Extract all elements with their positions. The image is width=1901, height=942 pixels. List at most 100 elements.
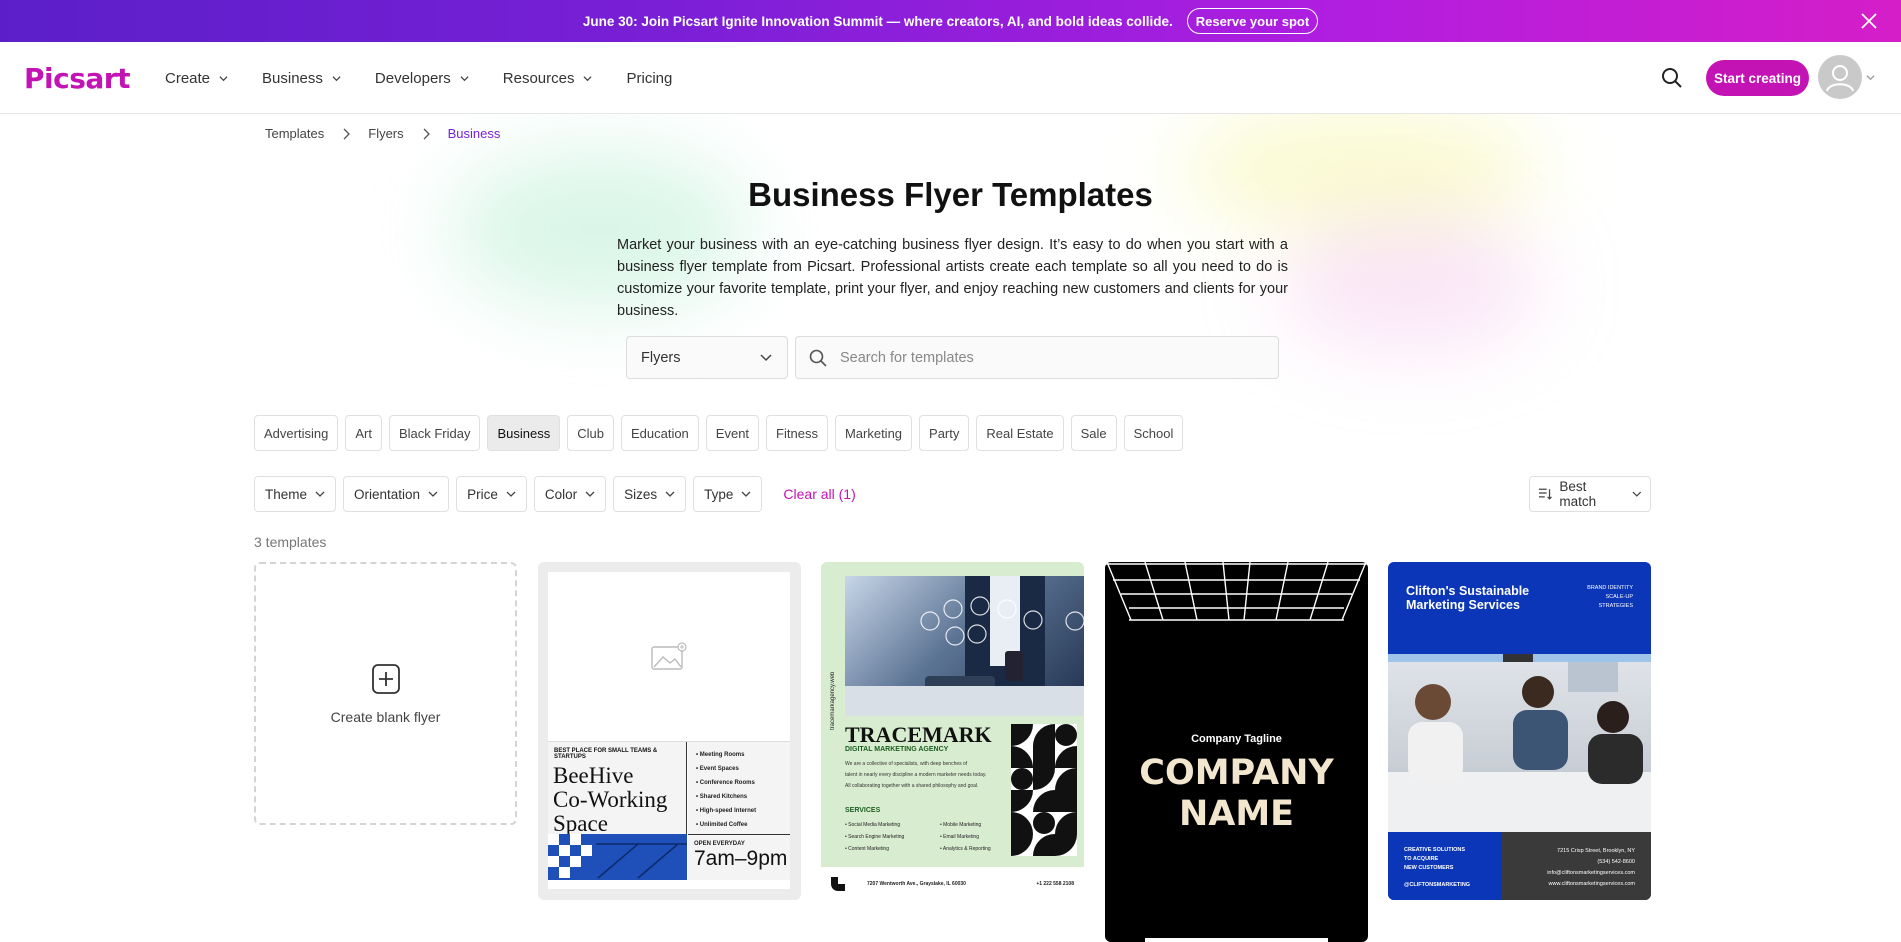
filter-label: Price bbox=[467, 486, 498, 502]
filter-color[interactable]: Color bbox=[533, 476, 607, 512]
clifton-title-line: Marketing Services bbox=[1406, 598, 1520, 612]
breadcrumb: Templates Flyers Business bbox=[265, 126, 500, 141]
template-card-clifton[interactable]: Clifton's Sustainable Marketing Services… bbox=[1388, 562, 1651, 900]
tracemark-services: • Social Media Marketing • Mobile Market… bbox=[845, 819, 1035, 855]
chip-fitness[interactable]: Fitness bbox=[766, 415, 828, 451]
template-card-company-name[interactable]: Company Tagline COMPANY NAME bbox=[1105, 562, 1368, 942]
filter-orientation[interactable]: Orientation bbox=[343, 476, 450, 512]
breadcrumb-templates[interactable]: Templates bbox=[265, 126, 324, 141]
template-card-beehive[interactable]: BEST PLACE FOR SMALL TEAMS & STARTUPS Be… bbox=[538, 562, 801, 900]
clifton-left-line: TO ACQUIRE bbox=[1404, 856, 1439, 862]
chip-marketing[interactable]: Marketing bbox=[834, 415, 913, 451]
beehive-title-line: Space bbox=[553, 811, 608, 836]
chip-sale[interactable]: Sale bbox=[1070, 415, 1117, 451]
filter-sizes[interactable]: Sizes bbox=[613, 476, 687, 512]
create-blank-flyer-card[interactable]: Create blank flyer bbox=[254, 562, 517, 825]
page-title: Business Flyer Templates bbox=[748, 176, 1153, 213]
beehive-feature: • Event Spaces bbox=[696, 766, 739, 772]
chip-party[interactable]: Party bbox=[919, 415, 970, 451]
tracemark-about-line: We are a collective of specialists, with… bbox=[845, 761, 968, 767]
chip-black-friday[interactable]: Black Friday bbox=[388, 415, 481, 451]
template-card-tracemark[interactable]: tracemarkagency.web TRACEMARK DIGITAL MA… bbox=[821, 562, 1084, 900]
nav-developers[interactable]: Developers bbox=[375, 70, 469, 87]
tracemark-services-label: SERVICES bbox=[845, 807, 881, 814]
chip-club[interactable]: Club bbox=[567, 415, 614, 451]
banner-text: June 30: Join Picsart Ignite Innovation … bbox=[582, 13, 1173, 29]
main-nav: Create Business Developers Resources Pri… bbox=[165, 42, 706, 114]
background-glow-pink bbox=[1280, 220, 1540, 350]
tracemark-address: 7207 Wentworth Ave., Grayslake, IL 60030 bbox=[867, 880, 966, 887]
beehive-feature: • Shared Kitchens bbox=[696, 794, 748, 800]
tracemark-phone: +1 222 558 2108 bbox=[1036, 880, 1074, 887]
start-creating-button[interactable]: Start creating bbox=[1706, 60, 1809, 96]
underline-bar bbox=[1145, 938, 1328, 942]
tracemark-photo bbox=[845, 576, 1084, 716]
chevron-down-icon bbox=[315, 491, 325, 497]
chip-school[interactable]: School bbox=[1123, 415, 1184, 451]
picsart-logo[interactable]: Picsart bbox=[24, 62, 130, 95]
nav-create[interactable]: Create bbox=[165, 70, 228, 87]
category-chips: Advertising Art Black Friday Business Cl… bbox=[254, 415, 1190, 451]
breadcrumb-flyers[interactable]: Flyers bbox=[368, 126, 403, 141]
beehive-feature: • High-speed Internet bbox=[696, 808, 757, 814]
beehive-feature: • Unlimited Coffee bbox=[696, 822, 748, 828]
template-type-select[interactable]: Flyers bbox=[626, 336, 788, 379]
beehive-tag: BEST PLACE FOR SMALL TEAMS & STARTUPS bbox=[554, 748, 658, 760]
company-tagline: Company Tagline bbox=[1191, 733, 1282, 745]
tracemark-footer: 7207 Wentworth Ave., Grayslake, IL 60030… bbox=[821, 867, 1084, 900]
nav-label: Create bbox=[165, 69, 211, 87]
tracemark-about: We are a collective of specialists, with… bbox=[845, 759, 1005, 792]
filter-bar: Theme Orientation Price Color Sizes Type… bbox=[254, 476, 856, 512]
beehive-hours: 7am–9pm bbox=[694, 847, 788, 870]
nav-pricing[interactable]: Pricing bbox=[626, 70, 672, 87]
nav-business[interactable]: Business bbox=[262, 70, 341, 87]
geometric-pattern bbox=[1011, 724, 1077, 856]
clifton-left-line: NEW CUSTOMERS bbox=[1404, 865, 1454, 871]
chevron-down-icon bbox=[585, 491, 595, 497]
chevron-right-icon bbox=[343, 128, 351, 139]
breadcrumb-business[interactable]: Business bbox=[448, 126, 501, 141]
clifton-contact-block: 7215 Crisp Street, Brooklyn, NY (534) 54… bbox=[1501, 832, 1651, 900]
image-placeholder bbox=[548, 572, 790, 742]
close-icon[interactable] bbox=[1859, 11, 1879, 31]
nav-resources[interactable]: Resources bbox=[503, 70, 593, 87]
tracemark-side-url: tracemarkagency.web bbox=[830, 671, 836, 730]
filter-theme[interactable]: Theme bbox=[254, 476, 337, 512]
nav-label: Business bbox=[262, 69, 323, 87]
chevron-down-icon bbox=[506, 491, 516, 497]
beehive-features: • Meeting Rooms • Event Spaces • Confere… bbox=[688, 742, 790, 834]
beehive-hours-block: OPEN EVERYDAY 7am–9pm bbox=[688, 834, 790, 880]
geometric-pattern bbox=[548, 834, 687, 879]
clear-all-filters[interactable]: Clear all (1) bbox=[783, 486, 855, 502]
search-input[interactable] bbox=[840, 349, 1260, 366]
beehive-feature: • Conference Rooms bbox=[696, 780, 755, 786]
template-search bbox=[795, 336, 1279, 379]
chevron-down-icon bbox=[1632, 491, 1642, 497]
chip-art[interactable]: Art bbox=[345, 415, 382, 451]
tracemark-about-line: All collaborating together with a shared… bbox=[845, 783, 979, 789]
template-type-value: Flyers bbox=[641, 349, 681, 366]
page-intro: Market your business with an eye-catchin… bbox=[617, 237, 1288, 319]
filter-label: Color bbox=[544, 486, 578, 502]
clifton-contact-line: (534) 542-8600 bbox=[1597, 859, 1635, 865]
avatar[interactable] bbox=[1818, 55, 1862, 99]
filter-price[interactable]: Price bbox=[456, 476, 527, 512]
company-name: COMPANY NAME bbox=[1105, 753, 1368, 835]
search-icon[interactable] bbox=[1660, 66, 1684, 90]
filter-type[interactable]: Type bbox=[693, 476, 763, 512]
reserve-spot-button[interactable]: Reserve your spot bbox=[1186, 8, 1319, 34]
company-name-line: NAME bbox=[1178, 794, 1295, 834]
chip-real-estate[interactable]: Real Estate bbox=[976, 415, 1064, 451]
clifton-side-line: SCALE-UP bbox=[1605, 594, 1633, 600]
flyer-preview: BEST PLACE FOR SMALL TEAMS & STARTUPS Be… bbox=[548, 572, 790, 889]
chip-event[interactable]: Event bbox=[705, 415, 760, 451]
chevron-down-icon[interactable] bbox=[1866, 73, 1875, 82]
user-icon bbox=[1826, 65, 1854, 92]
chevron-down-icon bbox=[428, 491, 438, 497]
chip-advertising[interactable]: Advertising bbox=[254, 415, 339, 451]
chip-business[interactable]: Business bbox=[487, 415, 561, 451]
sort-dropdown[interactable]: Best match bbox=[1529, 476, 1651, 512]
chip-education[interactable]: Education bbox=[620, 415, 699, 451]
promo-banner: June 30: Join Picsart Ignite Innovation … bbox=[0, 0, 1901, 42]
clifton-left-line: CREATIVE SOLUTIONS bbox=[1404, 847, 1466, 853]
